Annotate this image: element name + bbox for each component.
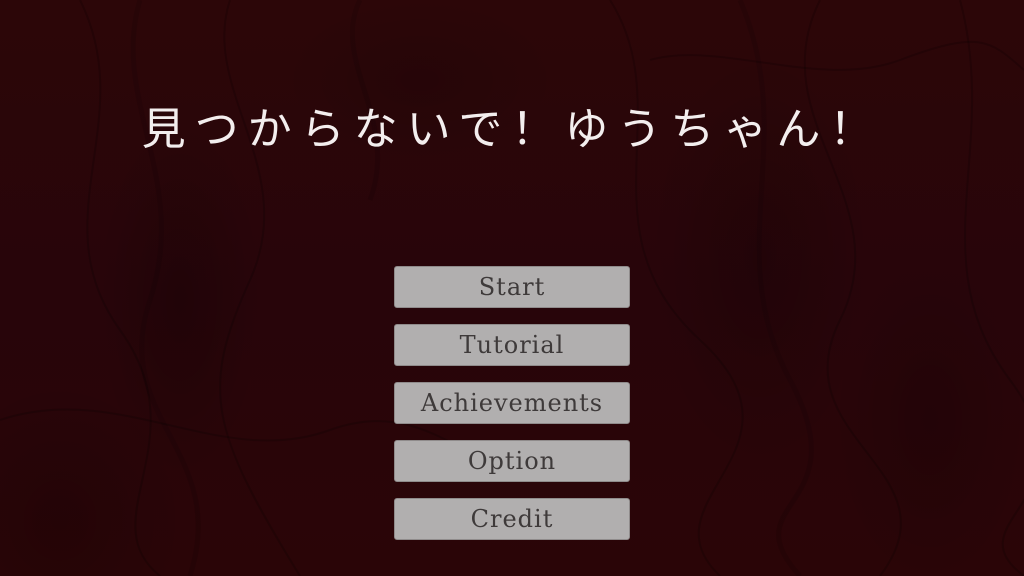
start-button[interactable]: Start [394, 266, 630, 308]
achievements-button[interactable]: Achievements [394, 382, 630, 424]
game-title: 見つからないで！ゆうちゃん！ [141, 104, 883, 155]
tutorial-button[interactable]: Tutorial [394, 324, 630, 366]
credit-button[interactable]: Credit [394, 498, 630, 540]
option-button[interactable]: Option [394, 440, 630, 482]
main-menu: Start Tutorial Achievements Option Credi… [394, 266, 630, 556]
title-screen: 見つからないで！ゆうちゃん！ Start Tutorial Achievemen… [0, 0, 1024, 576]
